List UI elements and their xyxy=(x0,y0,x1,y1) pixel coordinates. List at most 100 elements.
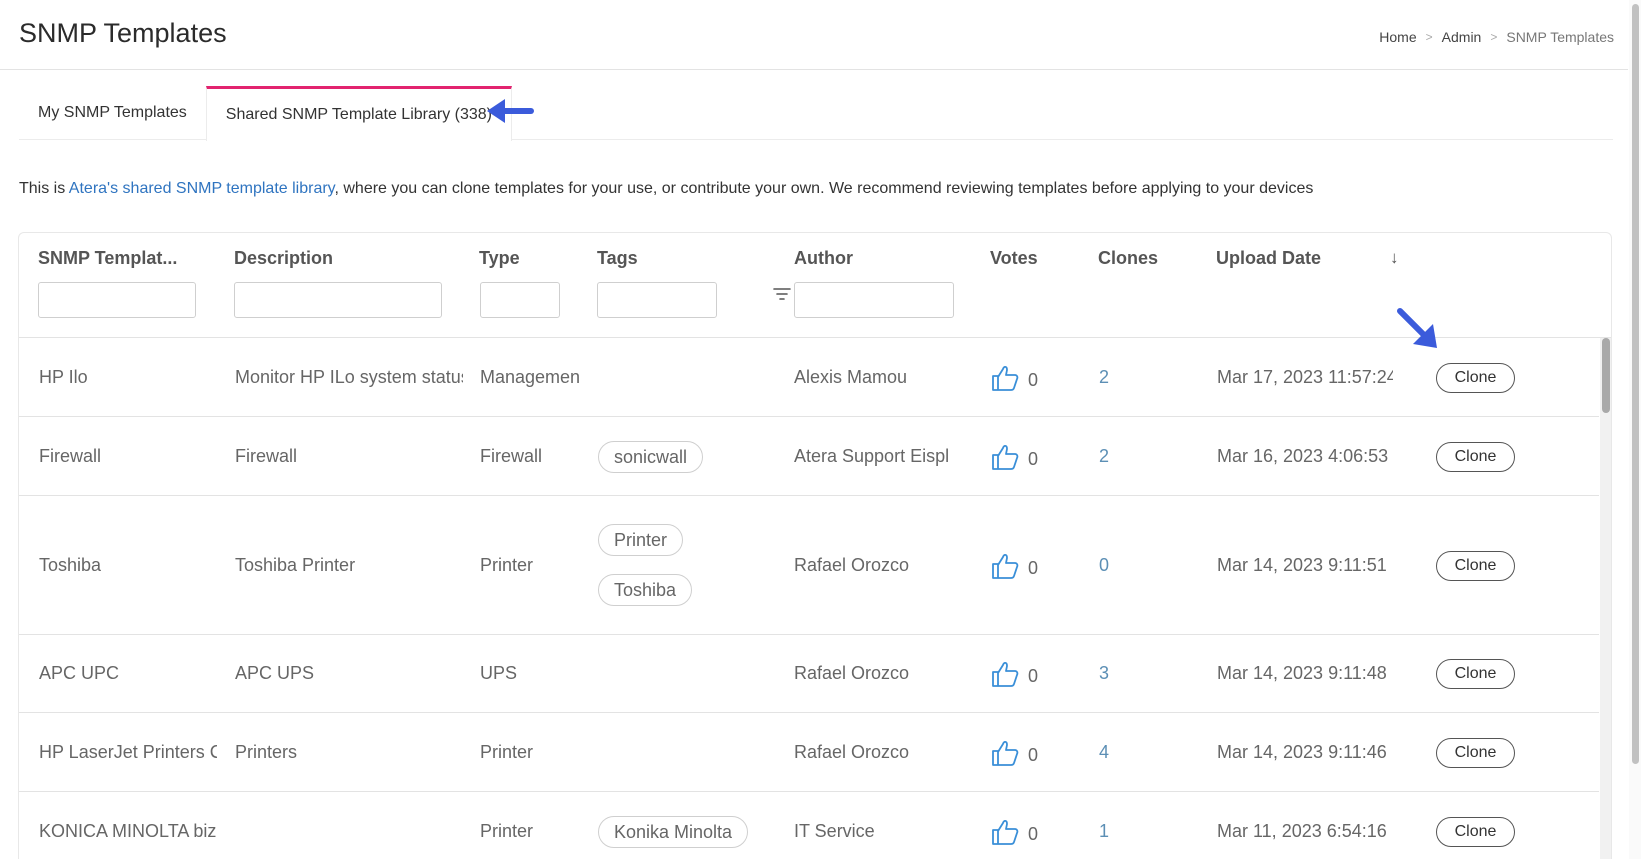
cell-upload-date: Mar 14, 2023 9:11:46 PM xyxy=(1217,742,1393,762)
table-scrollbar-thumb[interactable] xyxy=(1602,338,1610,413)
annotation-arrow-left-icon xyxy=(487,99,534,123)
cell-name: KONICA MINOLTA bizhu xyxy=(39,821,217,841)
library-link[interactable]: Atera's shared SNMP template library xyxy=(69,180,335,197)
cell-author: Rafael Orozco xyxy=(794,742,910,762)
templates-table: SNMP Templat... Description Type Tags Au… xyxy=(18,232,1612,859)
thumbs-up-icon[interactable] xyxy=(990,659,1020,694)
breadcrumb-separator: > xyxy=(1490,30,1498,44)
breadcrumb: Home > Admin > SNMP Templates xyxy=(1379,29,1614,45)
clone-button[interactable]: Clone xyxy=(1436,738,1515,768)
tag-chip[interactable]: Toshiba xyxy=(598,574,693,606)
cell-author: Rafael Orozco xyxy=(794,663,910,683)
table-row[interactable]: APC UPC APC UPS UPS Rafael Orozco 0 3 Mar 14, … xyxy=(19,635,1599,713)
thumbs-up-icon[interactable] xyxy=(990,738,1020,773)
cell-type: UPS xyxy=(480,663,518,683)
filter-icon[interactable] xyxy=(773,287,791,301)
table-scrollbar[interactable] xyxy=(1600,338,1611,859)
vote-count: 0 xyxy=(1028,558,1039,578)
annotation-arrow-down-right-icon xyxy=(1397,308,1437,348)
cell-author: Atera Support Eispl xyxy=(794,446,950,466)
table-row[interactable]: HP Ilo Monitor HP ILo system status, Manag… xyxy=(19,338,1599,417)
vote-control: 0 xyxy=(990,738,1038,773)
breadcrumb-home[interactable]: Home xyxy=(1379,29,1416,45)
thumbs-up-icon[interactable] xyxy=(990,442,1020,477)
tag-chip[interactable]: Printer xyxy=(598,524,684,556)
tab-shared-library[interactable]: Shared SNMP Template Library (338) xyxy=(205,86,512,141)
cell-author: IT Service xyxy=(794,821,875,841)
cell-name: HP Ilo xyxy=(39,367,88,387)
cell-type: Printer xyxy=(480,821,534,841)
clone-count: 2 xyxy=(1099,367,1110,387)
clone-count: 3 xyxy=(1099,663,1110,683)
filter-type-input[interactable] xyxy=(480,282,560,318)
column-header-clones[interactable]: Clones xyxy=(1098,248,1158,269)
page-header: SNMP Templates Home > Admin > SNMP Templ… xyxy=(0,0,1628,70)
thumbs-up-icon[interactable] xyxy=(990,363,1020,398)
table-row[interactable]: HP LaserJet Printers Cc Printers Printer Ra… xyxy=(19,713,1599,792)
library-intro: This is Atera's shared SNMP template lib… xyxy=(19,180,1313,198)
cell-upload-date: Mar 11, 2023 6:54:16 PM xyxy=(1217,821,1393,841)
cell-name: Toshiba xyxy=(39,555,102,575)
column-header-type[interactable]: Type xyxy=(479,248,520,269)
cell-type: Printer xyxy=(480,742,534,762)
column-header-upload-date[interactable]: Upload Date xyxy=(1216,248,1321,269)
clone-button[interactable]: Clone xyxy=(1436,363,1515,393)
column-header-votes[interactable]: Votes xyxy=(990,248,1038,269)
vote-count: 0 xyxy=(1028,824,1039,844)
tag-chip[interactable]: sonicwall xyxy=(598,441,704,473)
vote-count: 0 xyxy=(1028,745,1039,765)
clone-count: 4 xyxy=(1099,742,1110,762)
cell-name: APC UPC xyxy=(39,663,120,683)
clone-button[interactable]: Clone xyxy=(1436,551,1515,581)
table-row[interactable]: Toshiba Toshiba Printer Printer Rafael Oroz… xyxy=(19,496,1599,635)
clone-button[interactable]: Clone xyxy=(1436,659,1515,689)
cell-author: Alexis Mamou xyxy=(794,367,908,387)
filter-name-input[interactable] xyxy=(38,282,196,318)
cell-description: APC UPS xyxy=(235,663,315,683)
thumbs-up-icon[interactable] xyxy=(990,817,1020,852)
vote-count: 0 xyxy=(1028,370,1039,390)
cell-upload-date: Mar 16, 2023 4:06:53 PM xyxy=(1217,446,1393,466)
filter-author-input[interactable] xyxy=(794,282,954,318)
cell-type: Printer xyxy=(480,555,534,575)
clone-button[interactable]: Clone xyxy=(1436,442,1515,472)
cell-upload-date: Mar 17, 2023 11:57:24 A xyxy=(1217,367,1393,387)
filter-tags-input[interactable] xyxy=(597,282,717,318)
vote-count: 0 xyxy=(1028,449,1039,469)
page-scrollbar-thumb[interactable] xyxy=(1632,4,1639,764)
table-row[interactable]: KONICA MINOLTA bizhu Printer IT Service Kon… xyxy=(19,792,1599,859)
vote-control: 0 xyxy=(990,817,1038,852)
column-header-name[interactable]: SNMP Templat... xyxy=(38,248,177,269)
breadcrumb-current: SNMP Templates xyxy=(1506,29,1614,45)
vote-count: 0 xyxy=(1028,666,1039,686)
clone-count: 2 xyxy=(1099,446,1110,466)
vote-control: 0 xyxy=(990,551,1038,586)
cell-upload-date: Mar 14, 2023 9:11:51 PM xyxy=(1217,555,1393,575)
page-scrollbar[interactable] xyxy=(1629,0,1641,859)
clone-button[interactable]: Clone xyxy=(1436,817,1515,847)
cell-name: HP LaserJet Printers Cc xyxy=(39,742,217,762)
cell-description: Monitor HP ILo system status, xyxy=(235,367,463,387)
cell-author: Rafael Orozco xyxy=(794,555,910,575)
breadcrumb-admin[interactable]: Admin xyxy=(1442,29,1482,45)
table-header: SNMP Templat... Description Type Tags Au… xyxy=(19,233,1611,338)
vote-control: 0 xyxy=(990,659,1038,694)
breadcrumb-separator: > xyxy=(1425,30,1433,44)
thumbs-up-icon[interactable] xyxy=(990,551,1020,586)
vote-control: 0 xyxy=(990,442,1038,477)
table-row[interactable]: Firewall Firewall Firewall Atera Support Ei… xyxy=(19,417,1599,496)
filter-description-input[interactable] xyxy=(234,282,442,318)
tag-chip[interactable]: Konika Minolta xyxy=(598,816,749,848)
column-header-author[interactable]: Author xyxy=(794,248,853,269)
arrow-down-icon[interactable]: ↓ xyxy=(1390,248,1399,268)
tab-my-snmp-templates[interactable]: My SNMP Templates xyxy=(19,86,206,140)
column-header-tags[interactable]: Tags xyxy=(597,248,638,269)
vote-control: 0 xyxy=(990,363,1038,398)
clone-count: 0 xyxy=(1099,555,1110,575)
column-header-description[interactable]: Description xyxy=(234,248,333,269)
cell-name: Firewall xyxy=(39,446,102,466)
cell-type: Firewall xyxy=(480,446,543,466)
intro-suffix: , where you can clone templates for your… xyxy=(334,180,1314,197)
page-title: SNMP Templates xyxy=(19,18,227,48)
cell-description: Printers xyxy=(235,742,298,762)
